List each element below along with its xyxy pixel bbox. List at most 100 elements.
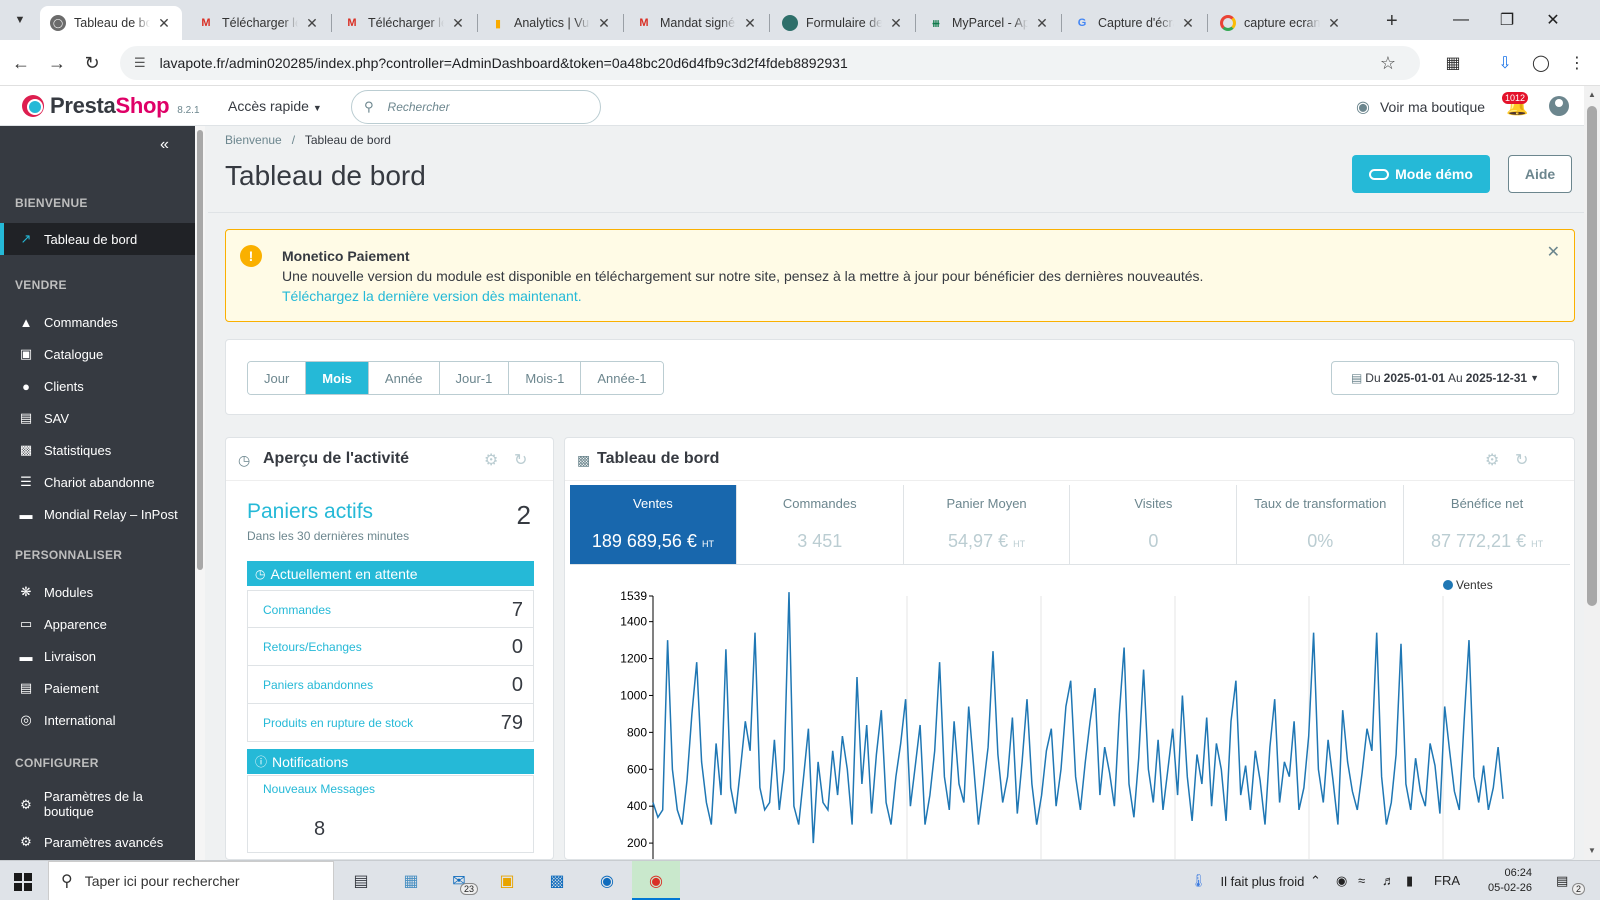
edge-icon[interactable]: ◉ bbox=[594, 869, 620, 893]
period-button-mois[interactable]: Mois bbox=[306, 362, 369, 394]
profile-icon[interactable]: ◯ bbox=[1530, 52, 1552, 74]
prestashop-logo[interactable]: PrestaShop 8.2.1 bbox=[22, 93, 200, 119]
period-button-mois-1[interactable]: Mois-1 bbox=[509, 362, 582, 394]
out-of-stock-link[interactable]: Produits en rupture de stock bbox=[263, 716, 413, 730]
close-tab-icon[interactable]: ✕ bbox=[450, 15, 466, 32]
pending-returns-link[interactable]: Retours/Echanges bbox=[263, 640, 362, 654]
browser-tab-dashboard[interactable]: ◯ Tableau de bord ✕ bbox=[40, 6, 182, 40]
date-range-picker[interactable]: ▤ Du 2025-01-01 Au 2025-12-31 ▼ bbox=[1331, 361, 1559, 395]
task-view-icon[interactable]: ▤ bbox=[348, 869, 374, 893]
restore-icon[interactable]: ❐ bbox=[1484, 6, 1530, 34]
sidebar-item-customers[interactable]: ● Clients bbox=[0, 370, 195, 402]
browser-tab-capture[interactable]: capture ecran ✕ bbox=[1210, 6, 1352, 40]
kpi-taux-transformation[interactable]: Taux de transformation 0% bbox=[1237, 485, 1405, 564]
kpi-visites[interactable]: Visites 0 bbox=[1070, 485, 1238, 564]
sidebar-item-mondial-relay[interactable]: ▬ Mondial Relay – InPost bbox=[0, 498, 195, 530]
browser-tab-google[interactable]: G Capture d'écra ✕ bbox=[1064, 6, 1206, 40]
sidebar-item-catalog[interactable]: ▣ Catalogue bbox=[0, 338, 195, 370]
pending-abandoned-carts-link[interactable]: Paniers abandonnes bbox=[263, 678, 373, 692]
sidebar-item-orders[interactable]: ▲ Commandes bbox=[0, 306, 195, 338]
quick-access-dropdown[interactable]: Accès rapide ▼ bbox=[228, 98, 322, 114]
close-tab-icon[interactable]: ✕ bbox=[1034, 15, 1050, 32]
camera-icon[interactable]: ◉ bbox=[1336, 873, 1347, 889]
sidebar-item-stats[interactable]: ▩ Statistiques bbox=[0, 434, 195, 466]
store-icon[interactable]: ▩ bbox=[544, 869, 570, 893]
kpi-benefice-net[interactable]: Bénéfice net 87 772,21 € HT bbox=[1404, 485, 1570, 564]
file-explorer-icon[interactable]: ▣ bbox=[494, 869, 520, 893]
forward-arrow-icon[interactable]: → bbox=[46, 52, 68, 74]
sidebar-item-abandoned-cart[interactable]: ☰ Chariot abandonne bbox=[0, 466, 195, 498]
wifi-icon[interactable]: ≈ bbox=[1358, 873, 1365, 888]
period-button-annee-1[interactable]: Année-1 bbox=[581, 362, 663, 394]
scrollbar-thumb[interactable] bbox=[197, 130, 203, 570]
close-tab-icon[interactable]: ✕ bbox=[888, 15, 904, 32]
scroll-up-icon[interactable]: ▲ bbox=[1588, 90, 1596, 99]
period-button-jour-1[interactable]: Jour-1 bbox=[439, 362, 510, 394]
period-button-jour[interactable]: Jour bbox=[248, 362, 307, 394]
demo-mode-button[interactable]: Mode démo bbox=[1352, 155, 1490, 193]
browser-tab-form[interactable]: Formulaire de ✕ bbox=[772, 6, 914, 40]
close-tab-icon[interactable]: ✕ bbox=[1180, 15, 1196, 32]
notification-center-icon[interactable]: ▤ bbox=[1556, 873, 1568, 889]
alert-download-link[interactable]: Téléchargez la dernière version dès main… bbox=[282, 288, 582, 304]
user-avatar-icon[interactable] bbox=[1549, 96, 1569, 116]
kpi-commandes[interactable]: Commandes 3 451 bbox=[737, 485, 904, 564]
help-button[interactable]: Aide bbox=[1508, 155, 1572, 193]
extensions-puzzle-icon[interactable]: ▦ bbox=[1442, 52, 1464, 74]
sidebar-item-international[interactable]: ◎ International bbox=[0, 704, 195, 736]
browser-tab-gmail-3[interactable]: M Mandat signé ✕ bbox=[626, 6, 768, 40]
url-input[interactable]: ☰ lavapote.fr/admin020285/index.php?cont… bbox=[120, 46, 1420, 80]
volume-icon[interactable]: ♬ bbox=[1382, 873, 1395, 888]
configure-gear-icon[interactable]: ⚙ bbox=[484, 450, 498, 470]
minimize-icon[interactable]: — bbox=[1438, 6, 1484, 34]
language-indicator[interactable]: FRA bbox=[1434, 873, 1460, 888]
new-messages-link[interactable]: Nouveaux Messages bbox=[263, 782, 375, 796]
close-window-icon[interactable]: ✕ bbox=[1530, 6, 1576, 34]
sidebar-item-payment[interactable]: ▤ Paiement bbox=[0, 672, 195, 704]
notepad-icon[interactable]: ▦ bbox=[398, 869, 424, 893]
close-tab-icon[interactable]: ✕ bbox=[304, 15, 320, 32]
tray-chevron-icon[interactable]: ⌃ bbox=[1310, 873, 1321, 889]
close-alert-icon[interactable]: ✕ bbox=[1547, 242, 1560, 262]
scroll-down-icon[interactable]: ▼ bbox=[1588, 846, 1596, 855]
period-button-annee[interactable]: Année bbox=[368, 362, 440, 394]
kpi-ventes[interactable]: Ventes 189 689,56 € HT bbox=[570, 485, 737, 564]
browser-tab-myparcel[interactable]: ⧻ MyParcel - Ap ✕ bbox=[918, 6, 1060, 40]
sidebar-item-dashboard[interactable]: ↗ Tableau de bord bbox=[0, 223, 195, 255]
weather-widget[interactable]: 🌡 Il fait plus froid bbox=[1190, 873, 1304, 889]
clock[interactable]: 06:24 05-02-26 bbox=[1488, 866, 1532, 896]
collapse-sidebar-icon[interactable]: « bbox=[160, 136, 169, 154]
browser-tab-gmail-1[interactable]: M Télécharger le ✕ bbox=[188, 6, 330, 40]
view-shop-link[interactable]: ◉ Voir ma boutique bbox=[1356, 97, 1485, 117]
sidebar-item-appearance[interactable]: ▭ Apparence bbox=[0, 608, 195, 640]
kpi-panier-moyen[interactable]: Panier Moyen 54,97 € HT bbox=[904, 485, 1071, 564]
admin-search-input[interactable]: ⚲ Rechercher bbox=[351, 90, 601, 124]
close-tab-icon[interactable]: ✕ bbox=[1326, 15, 1342, 32]
download-icon[interactable]: ⇩ bbox=[1494, 52, 1516, 74]
active-carts-label[interactable]: Paniers actifs bbox=[247, 500, 373, 524]
refresh-icon[interactable]: ↻ bbox=[514, 450, 527, 470]
pending-orders-link[interactable]: Commandes bbox=[263, 603, 331, 617]
more-menu-icon[interactable]: ⋮ bbox=[1566, 52, 1588, 74]
new-tab-plus-icon[interactable]: + bbox=[1386, 10, 1398, 33]
battery-icon[interactable]: ▮ bbox=[1406, 873, 1413, 889]
sidebar-item-modules[interactable]: ❋ Modules bbox=[0, 576, 195, 608]
sidebar-item-sav[interactable]: ▤ SAV bbox=[0, 402, 195, 434]
site-info-icon[interactable]: ☰ bbox=[134, 55, 146, 71]
browser-tab-analytics[interactable]: ▮ Analytics | Vue ✕ bbox=[480, 6, 622, 40]
sidebar-scrollbar[interactable] bbox=[195, 126, 205, 860]
sidebar-item-shop-params[interactable]: ⚙ Paramètres de la boutique bbox=[0, 784, 195, 824]
sidebar-item-shipping[interactable]: ▬ Livraison bbox=[0, 640, 195, 672]
configure-gear-icon[interactable]: ⚙ bbox=[1485, 450, 1499, 470]
close-tab-icon[interactable]: ✕ bbox=[156, 15, 172, 32]
sidebar-item-advanced-params[interactable]: ⚙ Paramètres avancés bbox=[0, 826, 195, 858]
tab-list-chevron-icon[interactable]: ▼ bbox=[8, 8, 32, 32]
windows-start-icon[interactable] bbox=[14, 873, 32, 891]
bookmark-star-icon[interactable]: ☆ bbox=[1380, 53, 1396, 74]
scrollbar-thumb[interactable] bbox=[1587, 106, 1597, 606]
close-tab-icon[interactable]: ✕ bbox=[596, 15, 612, 32]
series-line-ventes[interactable] bbox=[652, 592, 1504, 844]
page-scrollbar[interactable]: ▲ ▼ bbox=[1584, 86, 1600, 860]
back-arrow-icon[interactable]: ← bbox=[10, 52, 32, 74]
close-tab-icon[interactable]: ✕ bbox=[742, 15, 758, 32]
